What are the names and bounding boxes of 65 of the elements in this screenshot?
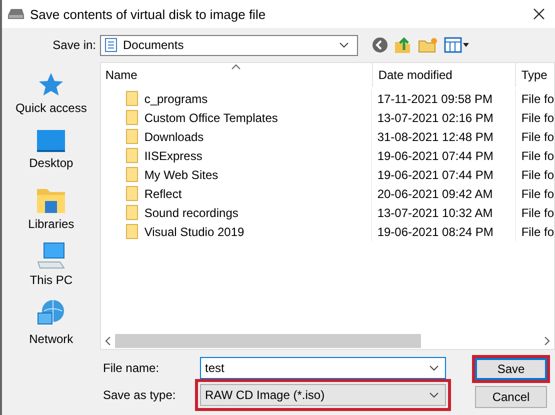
place-item[interactable]: Quick access [15,72,87,123]
folder-icon [126,167,138,182]
file-name[interactable]: Custom Office Templates [144,110,278,124]
dropdown-icon[interactable] [339,42,349,48]
save-in-dropdown[interactable]: Documents [100,34,358,56]
scrollbar-thumb[interactable] [115,334,422,348]
back-icon[interactable] [372,37,388,53]
file-name[interactable]: IISExpress [144,148,202,162]
file-name[interactable]: Visual Studio 2019 [144,224,244,238]
file-name[interactable]: Reflect [144,186,182,200]
disk-drive-icon [8,8,24,20]
file-type: File fo [521,206,554,220]
date-modified: 17-11-2021 09:58 PM [377,92,493,106]
file-type: File fo [521,148,554,162]
file-type: File fo [521,186,554,200]
save-in-label: Save in: [52,38,97,52]
file-type: File fo [521,168,554,182]
column-header[interactable]: Name [105,68,138,82]
close-icon[interactable] [533,8,545,20]
scroll-left-icon[interactable] [105,337,112,345]
folder-icon [126,91,138,106]
window-title: Save contents of virtual disk to image file [30,6,267,22]
place-item[interactable]: Desktop [29,128,74,180]
save-as-type-label: Save as type: [103,388,177,402]
view-menu-icon[interactable] [444,37,470,53]
place-item[interactable]: Libraries [28,186,74,236]
save-as-type-dropdown[interactable]: RAW CD Image (*.iso) [200,384,446,406]
star-icon [38,72,64,98]
scroll-right-icon[interactable] [544,337,550,345]
folder-icon [126,186,138,201]
date-modified: 19-06-2021 08:24 PM [377,224,494,238]
file-name[interactable]: c_programs [144,92,208,106]
folder-icon [126,148,138,163]
date-modified: 19-06-2021 07:44 PM [377,148,494,162]
file-name-field[interactable]: test [200,357,446,379]
file-type: File fo [521,110,554,124]
file-type: File fo [521,130,554,144]
folder-icon [126,205,138,220]
cancel-button[interactable]: Cancel [475,386,547,408]
column-header[interactable]: Date modified [378,68,452,82]
file-type: File fo [521,224,554,238]
date-modified: 13-07-2021 10:32 AM [377,206,493,220]
place-item[interactable]: Network [29,299,74,350]
file-name[interactable]: Downloads [144,130,204,144]
folder-icon [126,129,138,144]
place-item[interactable]: This PC [30,242,72,294]
sort-caret-icon [231,64,242,70]
file-name[interactable]: My Web Sites [144,168,218,182]
date-modified: 31-08-2021 12:48 PM [377,130,494,144]
file-name-label: File name: [103,361,160,375]
desktop-icon [36,128,66,153]
computer-icon [36,242,66,270]
column-header[interactable]: Type [521,68,548,82]
folder-icon [126,224,138,239]
date-modified: 13-07-2021 02:16 PM [377,110,494,124]
dropdown-icon[interactable] [429,365,439,371]
dropdown-icon[interactable] [429,392,439,398]
file-type: File fo [521,92,554,106]
date-modified: 19-06-2021 07:44 PM [377,168,494,182]
save-button[interactable]: Save [475,358,547,380]
document-icon [105,38,117,52]
file-name[interactable]: Sound recordings [144,206,238,220]
up-folder-icon[interactable] [394,36,412,54]
date-modified: 20-06-2021 09:42 AM [377,186,493,200]
folder-icon [126,110,138,125]
